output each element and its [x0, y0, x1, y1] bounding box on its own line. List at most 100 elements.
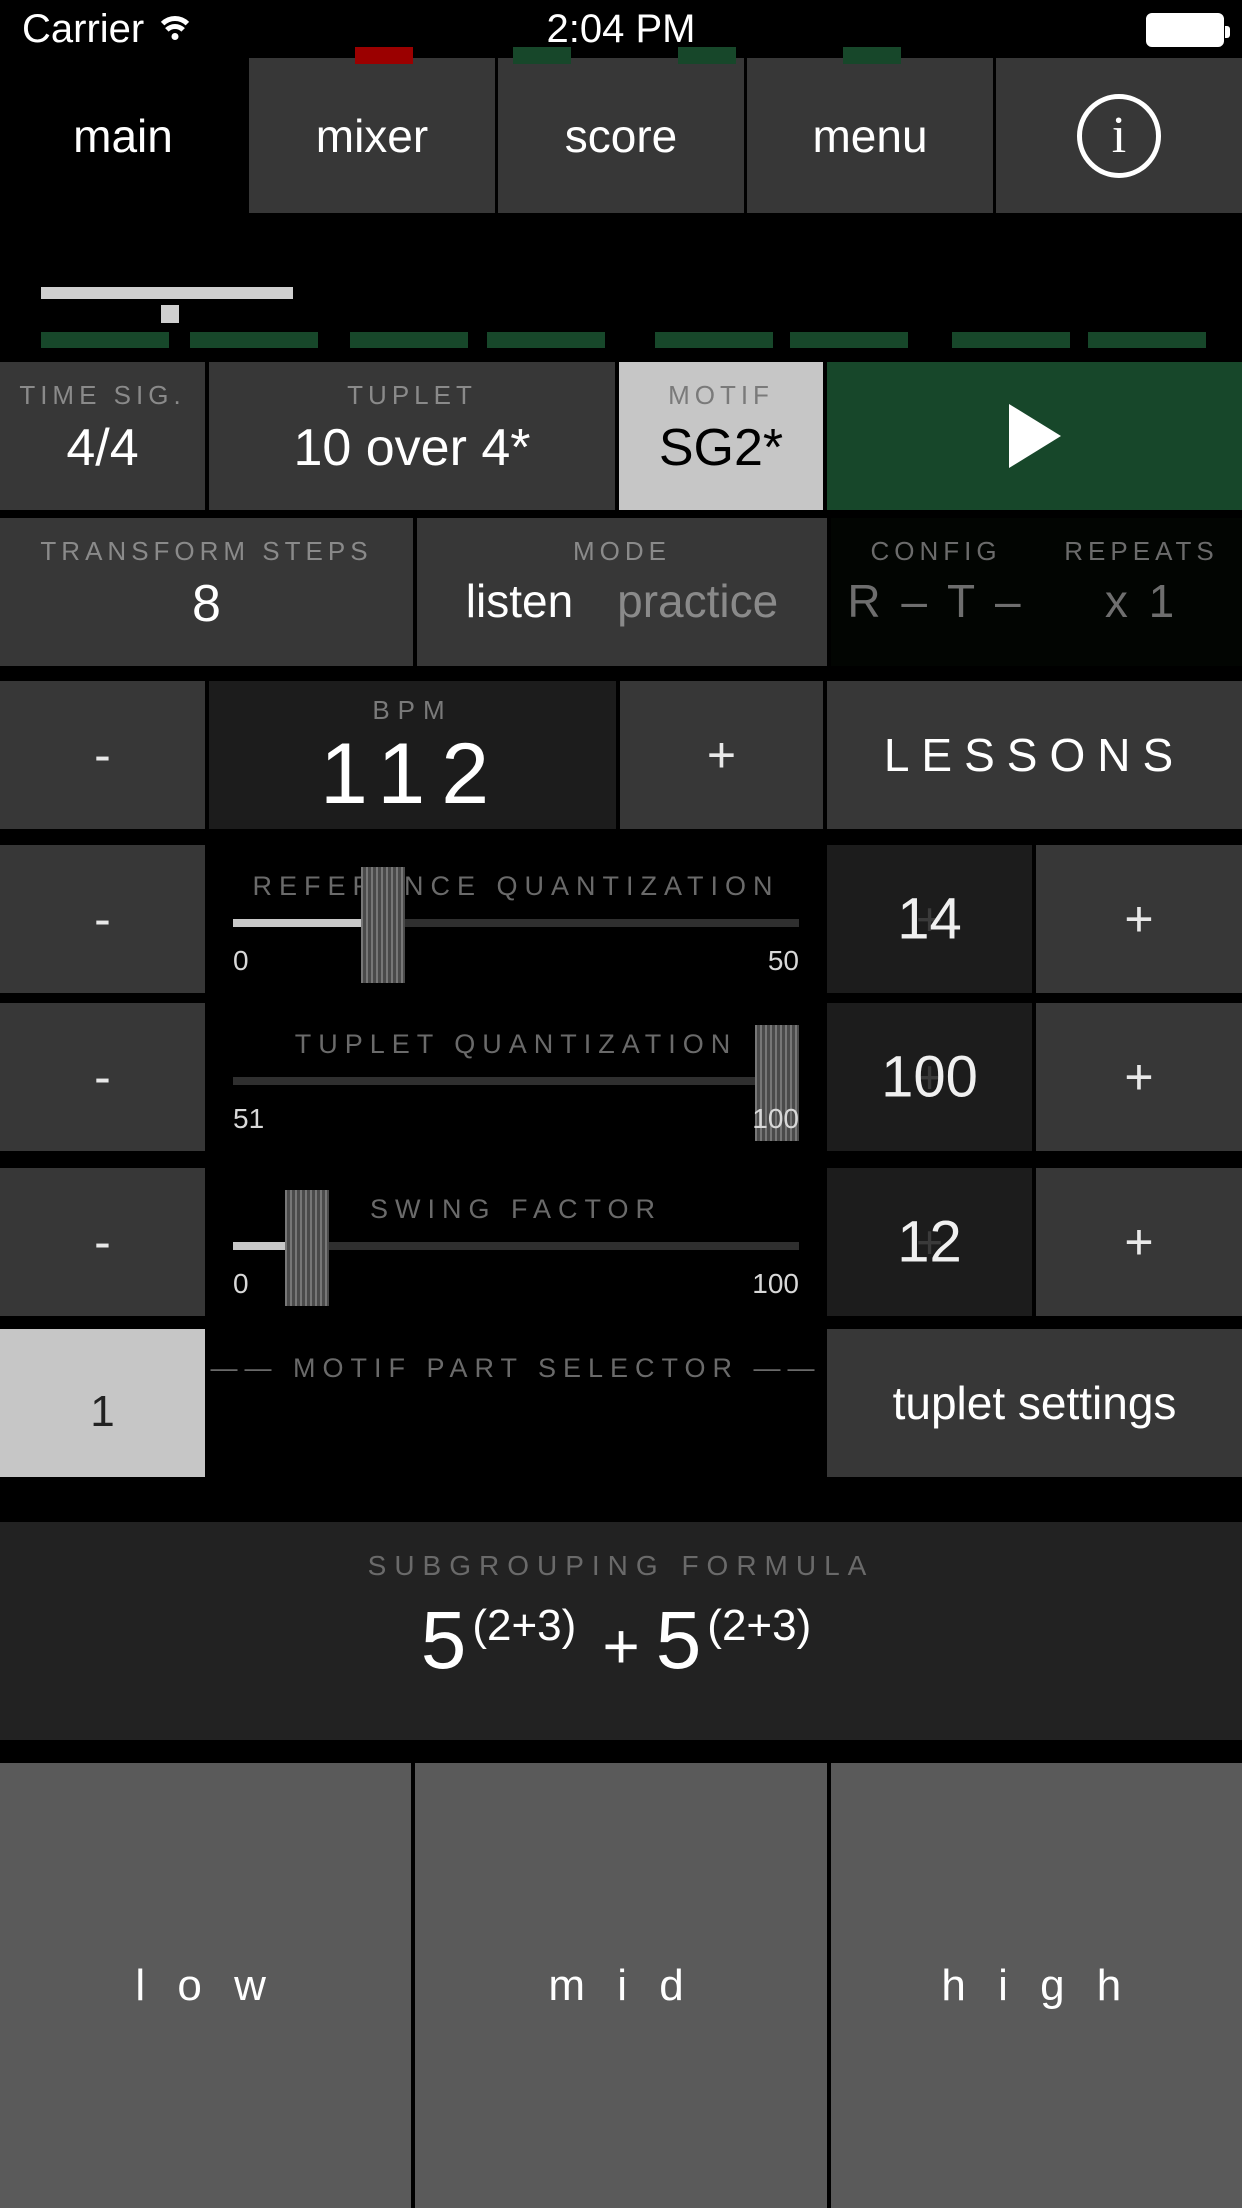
status-bar: Carrier 2:04 PM — [0, 0, 1242, 58]
swing-factor-min-label: 0 — [233, 1268, 249, 1299]
mode-option-listen[interactable]: listen — [466, 574, 573, 628]
transform-steps-value: 8 — [192, 575, 221, 633]
config-repeats-cell[interactable]: CONFIG R – T – REPEATS x 1 — [831, 518, 1242, 666]
time-signature-caption: TIME SIG. — [19, 380, 186, 410]
playback-progress-track[interactable] — [41, 287, 293, 299]
subgrouping-term2-superscript: (2+3) — [707, 1600, 812, 1650]
tuplet-quantization-value-cell[interactable]: + 100 — [827, 1003, 1032, 1151]
tuplet-quantization-increment-button[interactable]: + — [1036, 1003, 1242, 1151]
play-button[interactable] — [827, 362, 1242, 510]
swing-factor-fill — [233, 1242, 291, 1250]
swing-factor-minus-label: - — [94, 1214, 111, 1270]
reference-quantization-value-cell[interactable]: + 14 — [827, 845, 1032, 993]
tab-mixer[interactable]: mixer — [249, 58, 498, 213]
pad-high[interactable]: h i g h — [830, 1763, 1242, 2208]
tab-menu-label: menu — [812, 109, 928, 162]
tab-main-label: main — [73, 109, 173, 162]
tuplet-quantization-caption: TUPLET QUANTIZATION — [294, 1029, 738, 1059]
play-icon — [1008, 404, 1061, 468]
tab-bar: main mixer score menu i — [0, 58, 1242, 213]
tuplet-caption: TUPLET — [347, 380, 477, 410]
tuplet-settings-button[interactable]: tuplet settings — [827, 1329, 1242, 1477]
lessons-label: LESSONS — [883, 729, 1186, 781]
mode-options: listen practice — [417, 574, 827, 628]
config-caption: CONFIG — [870, 536, 1002, 566]
subdivision-bar — [790, 332, 908, 348]
motif-part-selector-caption: —— MOTIF PART SELECTOR —— — [210, 1353, 822, 1383]
time-signature-cell[interactable]: TIME SIG. 4/4 — [0, 362, 205, 510]
row-time-signature: TIME SIG. 4/4 TUPLET 10 over 4* MOTIF SG… — [0, 362, 1242, 510]
subdivision-bar — [190, 332, 318, 348]
bpm-value: 112 — [319, 726, 506, 822]
reference-quantization-value: 14 — [897, 886, 962, 952]
reference-quantization-thumb[interactable] — [361, 867, 405, 983]
tab-score[interactable]: score — [498, 58, 747, 213]
tab-info[interactable]: i — [996, 58, 1242, 213]
swing-factor-increment-button[interactable]: + — [1036, 1168, 1242, 1316]
tuplet-settings-label: tuplet settings — [892, 1377, 1177, 1429]
tab-mixer-label: mixer — [315, 109, 429, 162]
app-screen: Carrier 2:04 PM main mixer score menu i — [0, 0, 1242, 2208]
tab-menu[interactable]: menu — [747, 58, 996, 213]
swing-factor-thumb[interactable] — [285, 1190, 329, 1306]
tuplet-cell[interactable]: TUPLET 10 over 4* — [209, 362, 615, 510]
reference-quantization-max-label: 50 — [767, 945, 799, 976]
lessons-button[interactable]: LESSONS — [827, 681, 1242, 829]
bpm-increment-button[interactable]: + — [620, 681, 823, 829]
reference-quantization-increment-button[interactable]: + — [1036, 845, 1242, 993]
transform-steps-cell[interactable]: TRANSFORM STEPS 8 — [0, 518, 413, 666]
pad-mid-label: m i d — [548, 1960, 694, 2010]
mode-cell[interactable]: MODE listen practice — [417, 518, 827, 666]
bpm-decrement-button[interactable]: - — [0, 681, 205, 829]
swing-factor-value: 12 — [897, 1209, 962, 1275]
tuplet-quantization-minus-label: - — [94, 1049, 111, 1105]
row-transform: TRANSFORM STEPS 8 MODE listen practice C… — [0, 518, 1242, 666]
bpm-value-cell[interactable]: BPM 112 — [209, 681, 616, 829]
bpm-plus-label: + — [706, 727, 737, 783]
sound-pad-row: l o w m i d h i g h — [0, 1763, 1242, 2208]
swing-factor-slider[interactable]: SWING FACTOR 0 100 — [209, 1168, 823, 1316]
subdivision-bar — [655, 332, 773, 348]
info-icon: i — [1077, 93, 1161, 178]
pad-high-label: h i g h — [941, 1960, 1132, 2010]
reference-quantization-caption: REFERENCE QUANTIZATION — [252, 871, 780, 901]
playback-progress-thumb[interactable] — [161, 305, 179, 323]
swing-factor-decrement-button[interactable]: - — [0, 1168, 205, 1316]
battery-icon — [1146, 13, 1230, 47]
reference-quantization-minus-label: - — [94, 891, 111, 947]
repeats-caption: REPEATS — [1064, 536, 1219, 566]
beat-marker-2 — [513, 47, 571, 64]
pad-mid[interactable]: m i d — [415, 1763, 831, 2208]
subgrouping-term1-superscript: (2+3) — [472, 1600, 577, 1650]
subgrouping-formula-panel[interactable]: SUBGROUPING FORMULA 5 (2+3) +5 (2+3) — [0, 1522, 1242, 1740]
tab-main[interactable]: main — [0, 58, 249, 213]
subgrouping-term1-base: 5 — [420, 1595, 467, 1686]
swing-factor-plus-label: + — [1124, 1214, 1154, 1270]
row-bpm: - BPM 112 + LESSONS — [0, 681, 1242, 829]
subgrouping-term2-base: 5 — [655, 1595, 702, 1686]
motif-part-selector-strip[interactable]: —— MOTIF PART SELECTOR —— — [209, 1329, 823, 1477]
tuplet-quantization-slider[interactable]: TUPLET QUANTIZATION 51 100 — [209, 1003, 823, 1151]
config-value: R – T – — [847, 575, 1025, 627]
subdivision-bar — [1088, 332, 1206, 348]
motif-part-index-cell[interactable]: 1 — [0, 1329, 205, 1477]
swing-factor-value-cell[interactable]: + 12 — [827, 1168, 1032, 1316]
motif-caption: MOTIF — [668, 380, 774, 410]
row-swing-factor: - SWING FACTOR 0 100 + 12 + — [0, 1168, 1242, 1316]
pad-low[interactable]: l o w — [0, 1763, 416, 2208]
motif-cell[interactable]: MOTIF SG2* — [619, 362, 823, 510]
motif-part-index: 1 — [90, 1387, 115, 1436]
repeats-value: x 1 — [1104, 575, 1179, 627]
info-icon-letter: i — [1111, 106, 1127, 164]
row-tuplet-quantization: - TUPLET QUANTIZATION 51 100 + 100 + — [0, 1003, 1242, 1151]
tuplet-quantization-max-label: 100 — [752, 1103, 799, 1134]
subgrouping-operator: + — [602, 1610, 640, 1682]
subdivision-bar — [41, 332, 169, 348]
subdivision-bar — [487, 332, 605, 348]
tuplet-quantization-decrement-button[interactable]: - — [0, 1003, 205, 1151]
reference-quantization-slider[interactable]: REFERENCE QUANTIZATION 0 50 — [209, 845, 823, 993]
mode-caption: MODE — [573, 536, 671, 566]
reference-quantization-decrement-button[interactable]: - — [0, 845, 205, 993]
beat-marker-3 — [678, 47, 736, 64]
mode-option-practice[interactable]: practice — [617, 574, 778, 628]
